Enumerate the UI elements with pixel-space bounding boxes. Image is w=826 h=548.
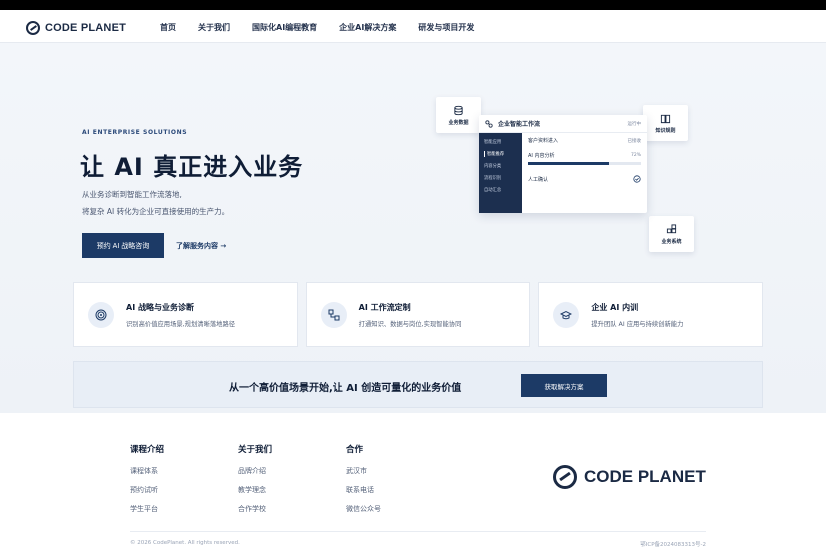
workflow-step: AI 内容分析 72% [528,152,641,159]
workflow-panel: 企业智能工作流 运行中 智能应用 智能推荐 内容分类 流程识别 自动汇总 客户资… [479,115,647,213]
footer-link[interactable]: 品牌介绍 [238,466,272,476]
cta-banner: 从一个高价值场景开始,让 AI 创造可量化的业务价值 获取解决方案 [73,361,763,408]
page: CODE PLANET 首页 关于我们 国际化AI编程教育 企业AI解决方案 研… [0,10,826,548]
progress-fill [528,162,610,165]
step-label: AI 内容分析 [528,153,555,159]
graduation-cap-icon [553,301,580,328]
footer-divider [130,531,706,532]
card-knowledge: 知识规则 [643,105,688,141]
copyright: © 2026 CodePlanet. All rights reserved. [130,540,240,546]
footer-col-title: 关于我们 [238,445,273,455]
workflow-status: 运行中 [627,121,642,127]
feature-desc: 识别高价值应用场景,规划清晰落地路径 [126,320,236,328]
step-label: 客户资料进入 [528,138,559,144]
footer-brand-name: CODE PLANET [584,467,706,486]
footer-link[interactable]: 武汉市 [346,466,381,476]
workflow-icon [320,301,347,328]
hero-subtitle-2: 将复杂 AI 转化为企业可直接使用的生产力。 [82,207,230,216]
nav-rnd[interactable]: 研发与项目开发 [418,22,474,33]
workflow-step: 人工确认 [528,175,641,183]
hero-eyebrow: AI ENTERPRISE SOLUTIONS [82,129,188,136]
sidebar-item[interactable]: 智能应用 [484,139,517,145]
icp-number[interactable]: 鄂ICP备2024083313号-2 [640,540,706,548]
consult-button[interactable]: 预约 AI 战略咨询 [82,233,164,258]
footer-link[interactable]: 微信公众号 [346,504,381,514]
sidebar-item[interactable]: 流程识别 [484,175,517,181]
card-business-system: 业务系统 [649,216,694,252]
planet-logo-icon [26,21,40,35]
grid-icon [666,223,677,233]
target-icon [88,301,114,328]
footer-col-courses: 课程介绍 课程体系 预约试听 学生平台 [130,443,164,523]
footer-link[interactable]: 联系电话 [346,485,381,495]
footer-col-title: 课程介绍 [130,445,165,455]
brand-name: CODE PLANET [45,22,127,34]
sidebar-item[interactable]: 自动汇总 [484,187,517,193]
workflow-sidebar: 智能应用 智能推荐 内容分类 流程识别 自动汇总 [479,133,522,213]
sidebar-item[interactable]: 智能推荐 [484,151,517,157]
check-circle-icon [633,175,641,183]
learn-more-link[interactable]: 了解服务内容 → [176,241,226,251]
hero-title: 让 AI 真正进入业务 [80,153,304,181]
step-status: 已接收 [627,138,642,144]
cta-text: 从一个高价值场景开始,让 AI 创造可量化的业务价值 [229,383,462,394]
footer-col-title: 合作 [346,445,364,455]
footer-col-about: 关于我们 品牌介绍 教学理念 合作学校 [238,443,272,523]
link-icon [485,119,493,128]
footer-logo[interactable]: CODE PLANET [553,465,706,489]
feature-title: AI 工作流定制 [358,302,411,312]
feature-card[interactable]: AI 战略与业务诊断识别高价值应用场景,规划清晰落地路径 [73,282,298,347]
main-nav: 首页 关于我们 国际化AI编程教育 企业AI解决方案 研发与项目开发 [160,22,474,33]
hero-section: AI ENTERPRISE SOLUTIONS 让 AI 真正进入业务 从业务诊… [0,43,826,413]
brand-logo[interactable]: CODE PLANET [26,21,126,35]
workflow-panel-header: 企业智能工作流 运行中 [479,115,647,133]
feature-desc: 打通知识、数据与岗位,实现智能协同 [358,320,462,328]
feature-card[interactable]: AI 工作流定制打通知识、数据与岗位,实现智能协同 [305,282,531,347]
card-business-data-label: 业务数据 [448,119,469,126]
footer-col-partner: 合作 武汉市 联系电话 微信公众号 [346,443,381,523]
workflow-steps: 客户资料进入 已接收 AI 内容分析 72% 人工确认 [528,137,641,191]
nav-enterprise-ai[interactable]: 企业AI解决方案 [339,22,396,33]
card-knowledge-label: 知识规则 [655,127,676,134]
nav-ai-education[interactable]: 国际化AI编程教育 [252,22,317,33]
footer-link[interactable]: 课程体系 [130,466,164,476]
top-navbar: CODE PLANET 首页 关于我们 国际化AI编程教育 企业AI解决方案 研… [0,10,826,43]
database-icon [454,105,463,115]
step-percent: 72% [630,153,641,158]
feature-title: 企业 AI 内训 [591,302,639,312]
progress-bar [528,162,641,165]
workflow-step: 客户资料进入 已接收 [528,137,641,144]
sidebar-item[interactable]: 内容分类 [484,163,517,169]
feature-desc: 提升团队 AI 应用与持续创新能力 [591,320,684,328]
card-business-system-label: 业务系统 [661,238,682,245]
book-icon [660,114,671,123]
get-solution-button[interactable]: 获取解决方案 [521,374,607,397]
nav-home[interactable]: 首页 [160,22,176,33]
card-business-data: 业务数据 [436,97,481,133]
feature-cards: AI 战略与业务诊断识别高价值应用场景,规划清晰落地路径 AI 工作流定制打通知… [73,282,764,347]
feature-title: AI 战略与业务诊断 [126,302,194,312]
hero-subtitle-1: 从业务诊断到智能工作流落地, [82,190,182,199]
workflow-panel-title: 企业智能工作流 [498,121,541,128]
feature-card[interactable]: 企业 AI 内训提升团队 AI 应用与持续创新能力 [538,282,764,347]
footer-link[interactable]: 教学理念 [238,485,272,495]
step-label: 人工确认 [528,176,549,183]
footer-link[interactable]: 学生平台 [130,504,164,514]
footer-link[interactable]: 预约试听 [130,485,164,495]
planet-logo-icon [553,465,577,489]
footer-link[interactable]: 合作学校 [238,504,272,514]
nav-about[interactable]: 关于我们 [198,22,230,33]
footer: 课程介绍 课程体系 预约试听 学生平台 关于我们 品牌介绍 教学理念 合作学校 … [0,413,826,548]
